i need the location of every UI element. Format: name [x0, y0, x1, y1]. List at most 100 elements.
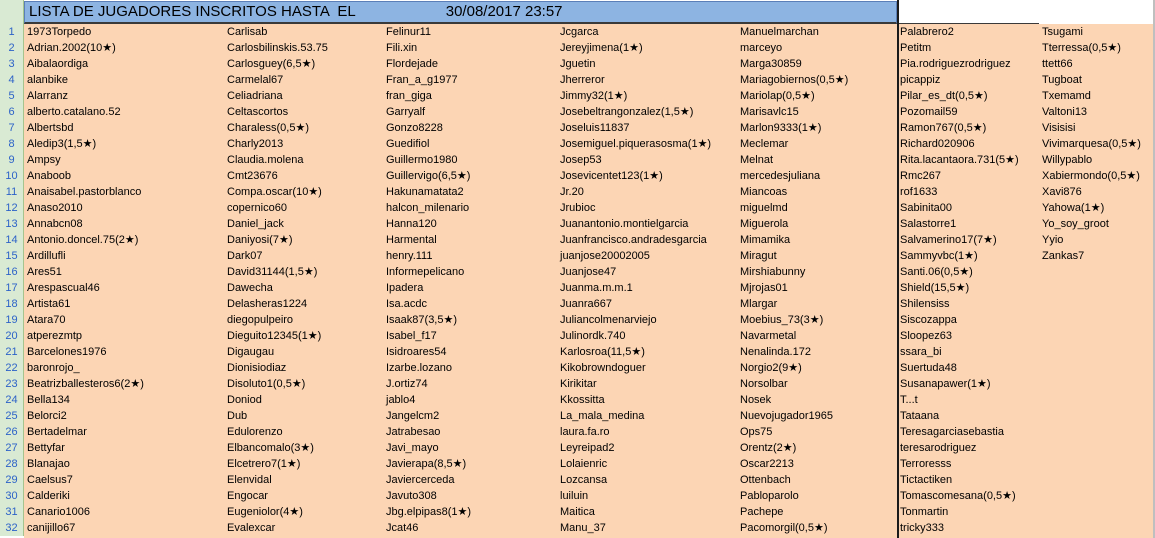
player-cell[interactable]: Tataana [897, 408, 1039, 424]
row-number[interactable]: 29 [0, 472, 24, 488]
player-cell[interactable]: Barcelones1976 [24, 344, 224, 360]
player-cell[interactable]: Miragut [737, 248, 897, 264]
player-cell[interactable]: Josep53 [557, 152, 737, 168]
player-cell[interactable]: Julinordk.740 [557, 328, 737, 344]
player-cell[interactable]: Maitica [557, 504, 737, 520]
player-cell[interactable]: rof1633 [897, 184, 1039, 200]
player-cell[interactable]: Kkossitta [557, 392, 737, 408]
player-cell[interactable]: Marga30859 [737, 56, 897, 72]
player-cell[interactable] [1039, 392, 1153, 408]
player-cell[interactable]: Fili.xin [383, 40, 557, 56]
player-cell[interactable]: Josevicentet123(1★) [557, 168, 737, 184]
player-cell[interactable]: Petitm [897, 40, 1039, 56]
player-cell[interactable]: Sabinita00 [897, 200, 1039, 216]
player-cell[interactable]: Xavi876 [1039, 184, 1153, 200]
player-cell[interactable]: Blanajao [24, 456, 224, 472]
player-cell[interactable]: Mjrojas01 [737, 280, 897, 296]
player-cell[interactable]: Delasheras1224 [224, 296, 383, 312]
player-cell[interactable]: Kirikitar [557, 376, 737, 392]
player-cell[interactable]: henry.111 [383, 248, 557, 264]
player-cell[interactable]: Mariagobiernos(0,5★) [737, 72, 897, 88]
player-cell[interactable]: Flordejade [383, 56, 557, 72]
player-cell[interactable]: Leyreipad2 [557, 440, 737, 456]
player-cell[interactable]: Juanma.m.m.1 [557, 280, 737, 296]
row-number[interactable]: 9 [0, 152, 24, 168]
row-number[interactable]: 32 [0, 520, 24, 536]
row-number[interactable]: 27 [0, 440, 24, 456]
player-cell[interactable]: Rita.lacantaora.731(5★) [897, 152, 1039, 168]
player-cell[interactable]: David31144(1,5★) [224, 264, 383, 280]
player-cell[interactable]: Garryalf [383, 104, 557, 120]
player-cell[interactable]: Jcgarca [557, 24, 737, 40]
player-cell[interactable] [1039, 488, 1153, 504]
player-cell[interactable]: Meclemar [737, 136, 897, 152]
player-cell[interactable] [1039, 424, 1153, 440]
player-cell[interactable]: Bettyfar [24, 440, 224, 456]
player-cell[interactable] [1039, 360, 1153, 376]
player-cell[interactable]: Dieguito12345(1★) [224, 328, 383, 344]
player-cell[interactable]: Manu_37 [557, 520, 737, 536]
player-cell[interactable]: Shilensiss [897, 296, 1039, 312]
player-cell[interactable]: Juliancolmenarviejo [557, 312, 737, 328]
row-number[interactable]: 28 [0, 456, 24, 472]
player-cell[interactable]: Tomascomesana(0,5★) [897, 488, 1039, 504]
player-cell[interactable]: 1973Torpedo [24, 24, 224, 40]
player-cell[interactable]: Arespascual46 [24, 280, 224, 296]
player-cell[interactable]: Juanra667 [557, 296, 737, 312]
player-cell[interactable]: Harmental [383, 232, 557, 248]
player-cell[interactable]: Jbg.elpipas8(1★) [383, 504, 557, 520]
player-cell[interactable]: Juanfrancisco.andradesgarcia [557, 232, 737, 248]
player-cell[interactable]: Willypablo [1039, 152, 1153, 168]
player-cell[interactable]: Carmelal67 [224, 72, 383, 88]
player-cell[interactable]: Rmc267 [897, 168, 1039, 184]
player-cell[interactable]: Visisisi [1039, 120, 1153, 136]
player-cell[interactable]: Celiadriana [224, 88, 383, 104]
player-cell[interactable]: alanbike [24, 72, 224, 88]
player-cell[interactable]: teresarodriguez [897, 440, 1039, 456]
player-cell[interactable]: fran_giga [383, 88, 557, 104]
row-number[interactable]: 10 [0, 168, 24, 184]
player-cell[interactable]: Carlosbilinskis.53.75 [224, 40, 383, 56]
player-cell[interactable]: Mariolap(0,5★) [737, 88, 897, 104]
player-cell[interactable]: Pacomorgil(0,5★) [737, 520, 897, 536]
player-cell[interactable]: Norsolbar [737, 376, 897, 392]
player-cell[interactable]: Oscar2213 [737, 456, 897, 472]
player-cell[interactable]: Juanantonio.montielgarcia [557, 216, 737, 232]
player-cell[interactable]: Jherreror [557, 72, 737, 88]
player-cell[interactable] [1039, 440, 1153, 456]
player-cell[interactable]: ttett66 [1039, 56, 1153, 72]
player-cell[interactable]: Lozcansa [557, 472, 737, 488]
row-number[interactable]: 11 [0, 184, 24, 200]
player-cell[interactable]: tricky333 [897, 520, 1039, 536]
header-blank-cell[interactable] [897, 0, 1155, 25]
row-number[interactable]: 19 [0, 312, 24, 328]
player-cell[interactable]: Palabrero2 [897, 24, 1039, 40]
player-cell[interactable]: Elenvidal [224, 472, 383, 488]
player-cell[interactable]: Elbancomalo(3★) [224, 440, 383, 456]
player-cell[interactable]: Dionisiodiaz [224, 360, 383, 376]
player-cell[interactable]: Ardillufli [24, 248, 224, 264]
player-cell[interactable]: miguelmd [737, 200, 897, 216]
row-number[interactable]: 20 [0, 328, 24, 344]
player-cell[interactable]: Anaboob [24, 168, 224, 184]
player-cell[interactable]: T...t [897, 392, 1039, 408]
player-cell[interactable]: Daniyosi(7★) [224, 232, 383, 248]
row-number[interactable]: 26 [0, 424, 24, 440]
player-cell[interactable]: Javiercerceda [383, 472, 557, 488]
player-cell[interactable]: Fran_a_g1977 [383, 72, 557, 88]
player-cell[interactable]: canijillo67 [24, 520, 224, 536]
player-cell[interactable]: Compa.oscar(10★) [224, 184, 383, 200]
player-cell[interactable]: Pabloparolo [737, 488, 897, 504]
row-number[interactable]: 24 [0, 392, 24, 408]
player-cell[interactable]: marceyo [737, 40, 897, 56]
player-cell[interactable]: Jcat46 [383, 520, 557, 536]
player-cell[interactable]: Daniel_jack [224, 216, 383, 232]
player-cell[interactable]: Eugeniolor(4★) [224, 504, 383, 520]
player-cell[interactable]: Caelsus7 [24, 472, 224, 488]
row-number[interactable]: 21 [0, 344, 24, 360]
player-cell[interactable]: laura.fa.ro [557, 424, 737, 440]
player-cell[interactable]: Bertadelmar [24, 424, 224, 440]
player-cell[interactable]: Tugboat [1039, 72, 1153, 88]
row-number[interactable]: 3 [0, 56, 24, 72]
player-cell[interactable]: Jereyjimena(1★) [557, 40, 737, 56]
